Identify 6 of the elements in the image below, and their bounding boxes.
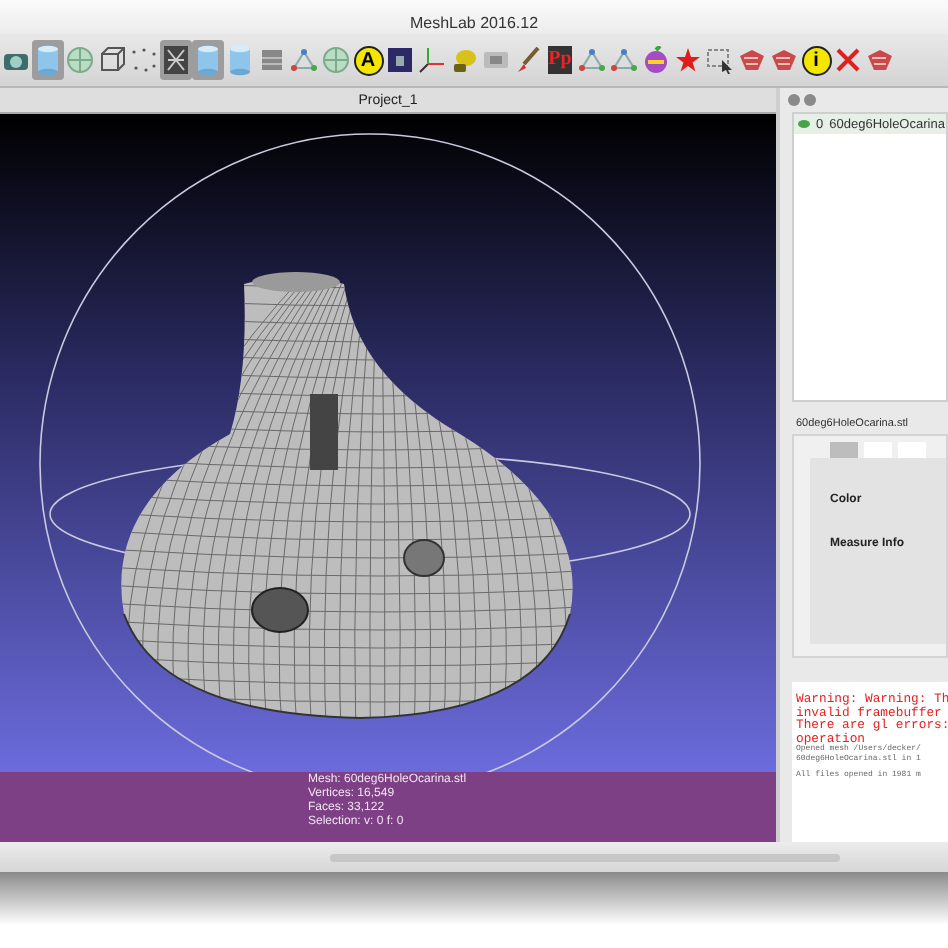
wire-icon[interactable] [160, 40, 192, 80]
close-icon[interactable] [788, 94, 800, 106]
cylinder-icon[interactable] [224, 40, 256, 80]
eye-icon[interactable] [798, 120, 810, 128]
window-title: MeshLab 2016.12 [409, 14, 539, 34]
cylinder-icon[interactable] [32, 40, 64, 80]
